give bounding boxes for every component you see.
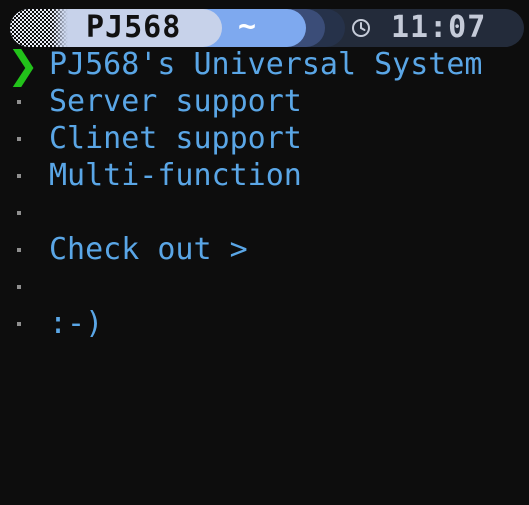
line-marker [17, 137, 21, 141]
prompt-arrow-icon: ❯ [7, 43, 39, 87]
line-marker [17, 322, 21, 326]
clock-icon [352, 19, 370, 37]
line-marker [17, 248, 21, 252]
line-marker [17, 285, 21, 289]
line-marker [17, 100, 21, 104]
dither-fade [50, 9, 90, 47]
directory-label: ~ [238, 9, 257, 44]
output-line-client-support: Clinet support [49, 121, 302, 156]
line-marker [17, 211, 21, 215]
output-line-server-support: Server support [49, 84, 302, 119]
prompt-status-bar: PJ568 ~ 11:07 [10, 9, 524, 47]
output-line-smiley: :-) [49, 306, 104, 341]
time-label: 11:07 [391, 10, 487, 45]
line-marker [17, 174, 21, 178]
output-line-check-out: Check out > [49, 232, 248, 267]
user-label: PJ568 [86, 10, 182, 45]
output-line-multi-function: Multi-function [49, 158, 302, 193]
prompt-title: PJ568's Universal System [49, 47, 483, 82]
